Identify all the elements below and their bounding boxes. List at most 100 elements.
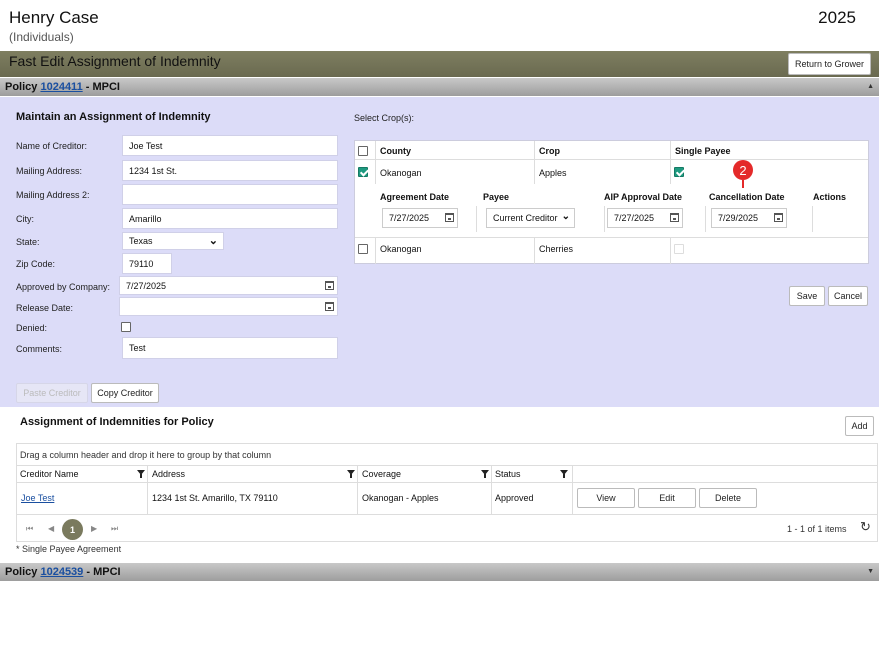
- agreement-date-header: Agreement Date: [380, 192, 450, 202]
- crop-cell: Cherries: [539, 244, 574, 254]
- items-count: 1 - 1 of 1 items: [787, 524, 847, 534]
- grower-name: Henry Case: [9, 8, 99, 27]
- state-label: State:: [16, 237, 40, 247]
- release-date-input[interactable]: [119, 297, 338, 316]
- crop-year: 2025: [818, 8, 856, 27]
- payee-select[interactable]: Current Creditor ⌄: [486, 208, 575, 228]
- creditor-name-input[interactable]: Joe Test: [122, 135, 338, 156]
- filter-icon[interactable]: [560, 470, 568, 478]
- mailing-address-input[interactable]: 1234 1st St.: [122, 160, 338, 181]
- state-value: Texas: [129, 236, 153, 246]
- address-header[interactable]: Address: [152, 469, 185, 479]
- edit-button[interactable]: Edit: [638, 488, 696, 508]
- single-payee-header[interactable]: Single Payee: [675, 146, 731, 156]
- approved-date-value: 7/27/2025: [126, 280, 167, 291]
- agreement-date-input[interactable]: 7/27/2025: [382, 208, 458, 228]
- county-cell: Okanogan: [380, 168, 422, 178]
- policy-bar-2[interactable]: Policy 1024539 - MPCI ▼: [0, 563, 879, 581]
- paste-creditor-button[interactable]: Paste Creditor: [16, 383, 88, 403]
- add-button[interactable]: Add: [845, 416, 874, 436]
- section-title: Fast Edit Assignment of Indemnity: [9, 53, 221, 69]
- form-title: Maintain an Assignment of Indemnity: [16, 111, 211, 123]
- aip-approval-header: AIP Approval Date: [604, 192, 683, 202]
- approved-label: Approved by Company:: [16, 282, 111, 292]
- cancellation-date-input[interactable]: 7/29/2025: [711, 208, 787, 228]
- prev-page-icon[interactable]: ◀: [48, 524, 54, 533]
- name-label: Name of Creditor:: [16, 141, 88, 151]
- delete-button[interactable]: Delete: [699, 488, 757, 508]
- filter-icon[interactable]: [137, 470, 145, 478]
- grower-type: (Individuals): [9, 30, 74, 44]
- policy-suffix: - MPCI: [85, 81, 120, 93]
- cancellation-date-value: 7/29/2025: [718, 213, 759, 223]
- row-select-checkbox[interactable]: [358, 244, 368, 254]
- single-payee-footnote: * Single Payee Agreement: [16, 544, 122, 554]
- release-label: Release Date:: [16, 303, 74, 313]
- select-crops-label: Select Crop(s):: [354, 113, 415, 123]
- first-page-icon[interactable]: ⏮: [26, 524, 33, 534]
- policy-prefix: Policy: [5, 81, 38, 93]
- copy-creditor-button[interactable]: Copy Creditor: [91, 383, 159, 403]
- zip-label: Zip Code:: [16, 259, 56, 269]
- address2-label: Mailing Address 2:: [16, 190, 90, 200]
- grid-title: Assignment of Indemnities for Policy: [20, 416, 214, 428]
- city-label: City:: [16, 214, 34, 224]
- county-cell: Okanogan: [380, 244, 422, 254]
- chevron-down-icon: ⌄: [561, 211, 570, 222]
- aip-approval-date-input[interactable]: 7/27/2025: [607, 208, 683, 228]
- address-label: Mailing Address:: [16, 166, 83, 176]
- refresh-icon[interactable]: ↻: [860, 519, 871, 535]
- zip-input[interactable]: 79110: [122, 253, 172, 274]
- calendar-icon[interactable]: [325, 281, 334, 290]
- county-header[interactable]: County: [380, 146, 411, 156]
- single-payee-checkbox[interactable]: [674, 167, 684, 177]
- last-page-icon[interactable]: ⏭: [111, 524, 118, 534]
- filter-icon[interactable]: [347, 470, 355, 478]
- payee-header: Payee: [483, 192, 510, 202]
- crop-cell: Apples: [539, 168, 567, 178]
- current-page[interactable]: 1: [62, 519, 83, 540]
- row-select-checkbox[interactable]: [358, 167, 368, 177]
- calendar-icon[interactable]: [774, 213, 783, 222]
- city-input[interactable]: Amarillo: [122, 208, 338, 229]
- crop-header[interactable]: Crop: [539, 146, 560, 156]
- calendar-icon[interactable]: [325, 302, 334, 311]
- approved-date-input[interactable]: 7/27/2025: [119, 276, 338, 295]
- single-payee-checkbox: [674, 244, 684, 254]
- actions-header: Actions: [813, 192, 847, 202]
- select-all-checkbox[interactable]: [358, 146, 368, 156]
- calendar-icon[interactable]: [670, 213, 679, 222]
- comments-input[interactable]: Test: [122, 337, 338, 359]
- policy-prefix: Policy: [5, 566, 38, 578]
- filter-icon[interactable]: [481, 470, 489, 478]
- save-button[interactable]: Save: [789, 286, 825, 306]
- coverage-header[interactable]: Coverage: [362, 469, 401, 479]
- denied-label: Denied:: [16, 323, 48, 333]
- aip-approval-date-value: 7/27/2025: [614, 213, 655, 223]
- cancel-button[interactable]: Cancel: [828, 286, 868, 306]
- collapse-up-icon[interactable]: ▲: [867, 83, 874, 90]
- state-select[interactable]: Texas ⌄: [122, 232, 224, 250]
- policy-link-1[interactable]: 1024411: [40, 81, 82, 93]
- group-hint[interactable]: Drag a column header and drop it here to…: [20, 450, 271, 460]
- mailing-address2-input[interactable]: [122, 184, 338, 205]
- policy-suffix: - MPCI: [86, 566, 121, 578]
- calendar-icon[interactable]: [445, 213, 454, 222]
- chevron-down-icon: ⌄: [208, 235, 218, 247]
- step-badge: 2: [733, 160, 753, 180]
- return-to-grower-button[interactable]: Return to Grower: [788, 53, 871, 75]
- status-cell: Approved: [495, 493, 534, 503]
- expand-down-icon[interactable]: ▼: [867, 568, 874, 575]
- policy-bar-1[interactable]: Policy 1024411 - MPCI ▲: [0, 78, 879, 96]
- payee-value: Current Creditor: [493, 213, 558, 223]
- view-button[interactable]: View: [577, 488, 635, 508]
- address-cell: 1234 1st St. Amarillo, TX 79110: [152, 493, 278, 503]
- policy-link-2[interactable]: 1024539: [40, 566, 83, 578]
- cancellation-date-header: Cancellation Date: [709, 192, 785, 202]
- denied-checkbox[interactable]: [121, 322, 131, 332]
- next-page-icon[interactable]: ▶: [91, 524, 97, 533]
- creditor-link[interactable]: Joe Test: [21, 493, 54, 503]
- creditor-name-header[interactable]: Creditor Name: [20, 469, 79, 479]
- coverage-cell: Okanogan - Apples: [362, 493, 439, 503]
- status-header[interactable]: Status: [495, 469, 521, 479]
